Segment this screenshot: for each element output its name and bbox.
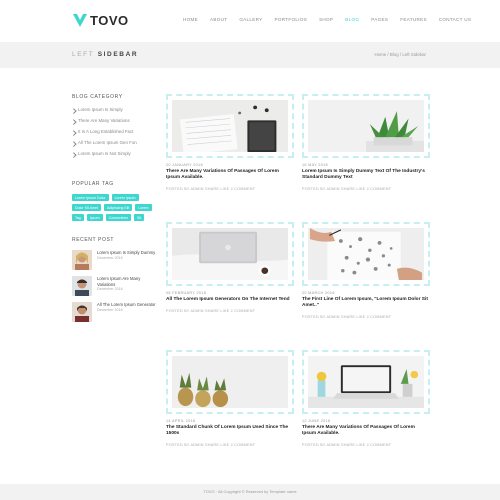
tag[interactable]: Sit [133,214,145,221]
nav-item-about[interactable]: ABOUT [210,17,227,22]
logo-text: TOVO [90,12,129,28]
nav-item-home[interactable]: HOME [183,17,198,22]
post-thumbnail-frame[interactable] [302,94,430,158]
nav-item-gallery[interactable]: GALLERY [239,17,262,22]
page-title-band: LEFT SIDEBAR Home / Blog / Left Sidebar [0,42,500,68]
recent-post-title: All The Lorem Ipsum Generator [97,302,156,307]
post-thumbnail-frame[interactable] [302,350,430,414]
tag[interactable]: Consectetur [105,214,131,221]
avatar [72,276,92,296]
logo[interactable]: TOVO [72,12,129,28]
recent-post-date: December 2016 [97,307,123,312]
post-thumbnail-frame[interactable] [166,94,294,158]
post-meta: POSTED BY ADMIN SHARE LIKE 2 COMMENT [166,443,256,448]
recent-post-title: Lorem Ipsum Is Simply Dummy [97,250,156,255]
category-item[interactable]: All The Lorem Ipsum Gen Fon [72,140,157,145]
post-date: 20 MARCH 2018 [302,291,335,295]
tag-cloud: Lorem Ipsum Dolor Lorem Ipsum Dolor Sit … [72,194,154,221]
category-item[interactable]: It Is A Long Established Fact [72,129,157,134]
category-list: Lorem Ipsum Is Simply There Are Many Var… [72,107,157,156]
post-thumbnail-image [172,100,288,155]
breadcrumb[interactable]: Home / Blog / Left Sidebar [375,52,427,57]
blog-post-card[interactable]: 16 MAY 2018 Lorem Ipsum Is Simply Dummy … [302,94,430,191]
recent-post-item[interactable]: Lorem Ipsum Are Many Variations December… [72,276,157,296]
tag[interactable]: Lorem Ipsum [111,194,139,201]
blog-post-card[interactable]: 20 MARCH 2018 The First Line Of Lorem Ip… [302,222,430,319]
category-item[interactable]: Lorem Ipsum Is Not Simply [72,151,157,156]
post-title[interactable]: The Standard Chunk Of Lorem Ipsum Used S… [166,425,294,437]
page-title-bold: SIDEBAR [97,51,139,58]
site-header: TOVO HOME ABOUT GALLERY PORTFOLIOS SHOP … [0,0,500,42]
tag[interactable]: Ipsum [86,214,103,221]
page-title: LEFT SIDEBAR [72,51,138,58]
post-title[interactable]: There Are Many Variations Of Passages Of… [302,425,430,437]
popular-tag-title: POPULAR TAG [72,181,114,187]
recent-post-title: Lorem Ipsum Are Many Variations [97,276,141,287]
recent-post-item[interactable]: All The Lorem Ipsum Generator December 2… [72,302,157,322]
post-meta: POSTED BY ADMIN SHARE LIKE 2 COMMENT [302,187,392,192]
logo-mark-icon [73,14,87,27]
post-date: 08 FEBRUARY 2018 [166,291,207,295]
blog-post-card[interactable]: 08 FEBRUARY 2018 All The Lorem Ipsum Gen… [166,222,294,313]
category-item[interactable]: Lorem Ipsum Is Simply [72,107,157,112]
post-thumbnail-image [172,228,288,280]
post-title[interactable]: All The Lorem Ipsum Generators On The In… [166,297,294,303]
category-item[interactable]: There Are Many Variations [72,118,157,123]
page-title-light: LEFT [72,51,95,58]
post-thumbnail-frame[interactable] [166,350,294,414]
tag[interactable]: Lorem Ipsum Dolor [72,194,109,201]
tag[interactable]: Tag [72,214,84,221]
recent-post-item[interactable]: Lorem Ipsum Is Simply Dummy December 201… [72,250,157,270]
post-date: 20 JANUARY 2018 [166,163,203,167]
post-thumbnail-frame[interactable] [302,222,430,286]
nav-item-pages[interactable]: PAGES [371,17,388,22]
post-meta: POSTED BY ADMIN SHARE LIKE 2 COMMENT [302,443,392,448]
post-thumbnail-image [172,356,288,408]
footer-copyright: TOVO · All Copyright © Reserved by Templ… [203,489,297,494]
tag[interactable]: Adipiscing Elit [103,204,133,211]
avatar [72,302,92,322]
post-date: 14 APRIL 2018 [166,419,196,423]
nav-item-shop[interactable]: SHOP [319,17,333,22]
nav-item-portfolios[interactable]: PORTFOLIOS [275,17,308,22]
post-title[interactable]: There Are Many Variations Of Passages Of… [166,169,294,181]
recent-post-date: December 2016 [97,255,123,260]
recent-post-title: RECENT POST [72,237,115,243]
avatar [72,250,92,270]
site-footer: TOVO · All Copyright © Reserved by Templ… [0,484,500,500]
main-nav: HOME ABOUT GALLERY PORTFOLIOS SHOP BLOG … [183,17,483,22]
nav-item-features[interactable]: FEATURES [400,17,427,22]
post-meta: POSTED BY ADMIN SHARE LIKE 2 COMMENT [302,315,392,320]
post-thumbnail-image [308,228,424,280]
blog-post-card[interactable]: 12 JUNE 2018 There Are Many Variations O… [302,350,430,447]
recent-post-date: December 2016 [97,287,123,292]
tag[interactable]: Lorem [135,204,152,211]
post-meta: POSTED BY ADMIN SHARE LIKE 2 COMMENT [166,309,256,314]
category-widget-title: BLOG CATEGORY [72,94,123,100]
post-thumbnail-frame[interactable] [166,222,294,286]
post-title[interactable]: The First Line Of Lorem Ipsum, "Lorem Ip… [302,297,430,309]
nav-item-contact[interactable]: CONTACT US [439,17,471,22]
sidebar: BLOG CATEGORY Lorem Ipsum Is Simply Ther… [72,94,157,328]
post-thumbnail-image [308,356,424,408]
blog-post-card[interactable]: 14 APRIL 2018 The Standard Chunk Of Lore… [166,350,294,447]
tag[interactable]: Dolor Sit Amet [72,204,101,211]
post-thumbnail-image [308,100,424,152]
post-meta: POSTED BY ADMIN SHARE LIKE 2 COMMENT [166,187,256,192]
post-date: 16 MAY 2018 [302,163,328,167]
nav-item-blog[interactable]: BLOG [345,17,359,22]
blog-post-card[interactable]: 20 JANUARY 2018 There Are Many Variation… [166,94,294,191]
post-title[interactable]: Lorem Ipsum Is Simply Dummy Text Of The … [302,169,430,181]
post-date: 12 JUNE 2018 [302,419,331,423]
